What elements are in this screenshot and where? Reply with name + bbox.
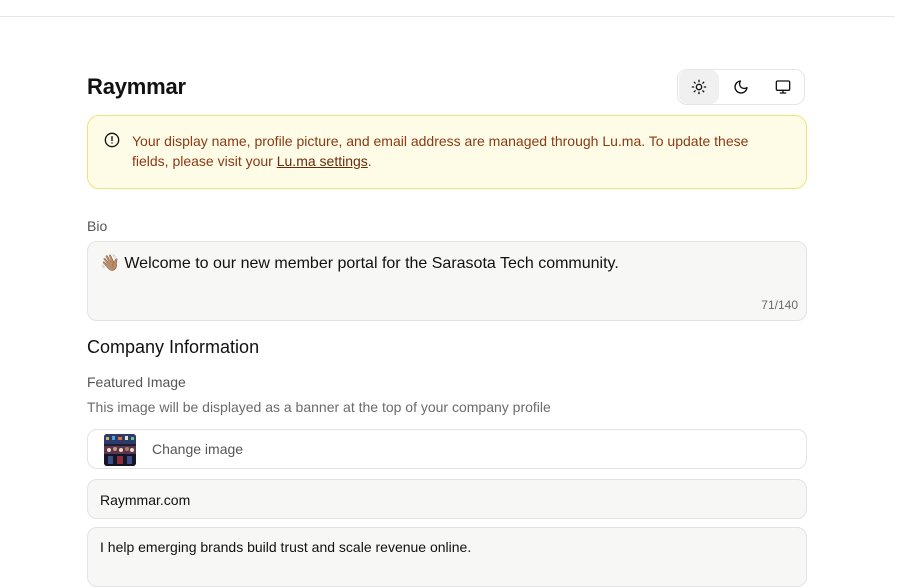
- monitor-icon: [775, 80, 791, 94]
- bio-textarea[interactable]: 👋🏽 Welcome to our new member portal for …: [87, 241, 807, 321]
- theme-toggle: [677, 69, 805, 105]
- page-title: Raymmar: [87, 74, 186, 99]
- featured-image-label: Featured Image: [87, 374, 186, 390]
- change-image-label: Change image: [152, 441, 244, 457]
- featured-image-thumbnail: [104, 434, 136, 466]
- company-section-title: Company Information: [87, 337, 260, 357]
- notice-text: Your display name, profile picture, and …: [132, 133, 749, 169]
- notice-suffix: .: [367, 153, 372, 169]
- top-bar: [0, 0, 895, 17]
- company-description-textarea[interactable]: I help emerging brands build trust and s…: [87, 527, 807, 587]
- bio-character-count: 71/140: [761, 298, 798, 312]
- sun-icon: [691, 79, 707, 95]
- info-circle-icon: [104, 132, 120, 148]
- dark-theme-button[interactable]: [721, 70, 761, 104]
- bio-label: Bio: [87, 218, 108, 234]
- website-input[interactable]: Raymmar.com: [87, 479, 807, 519]
- luma-settings-link[interactable]: Lu.ma settings: [277, 153, 368, 169]
- featured-image-helper: This image will be displayed as a banner…: [87, 399, 551, 415]
- change-image-button[interactable]: Change image: [87, 429, 807, 469]
- bio-value: 👋🏽 Welcome to our new member portal for …: [100, 255, 619, 272]
- light-theme-button[interactable]: [679, 70, 719, 104]
- moon-icon: [734, 80, 748, 94]
- system-theme-button[interactable]: [763, 70, 803, 104]
- managed-fields-notice: Your display name, profile picture, and …: [87, 115, 807, 189]
